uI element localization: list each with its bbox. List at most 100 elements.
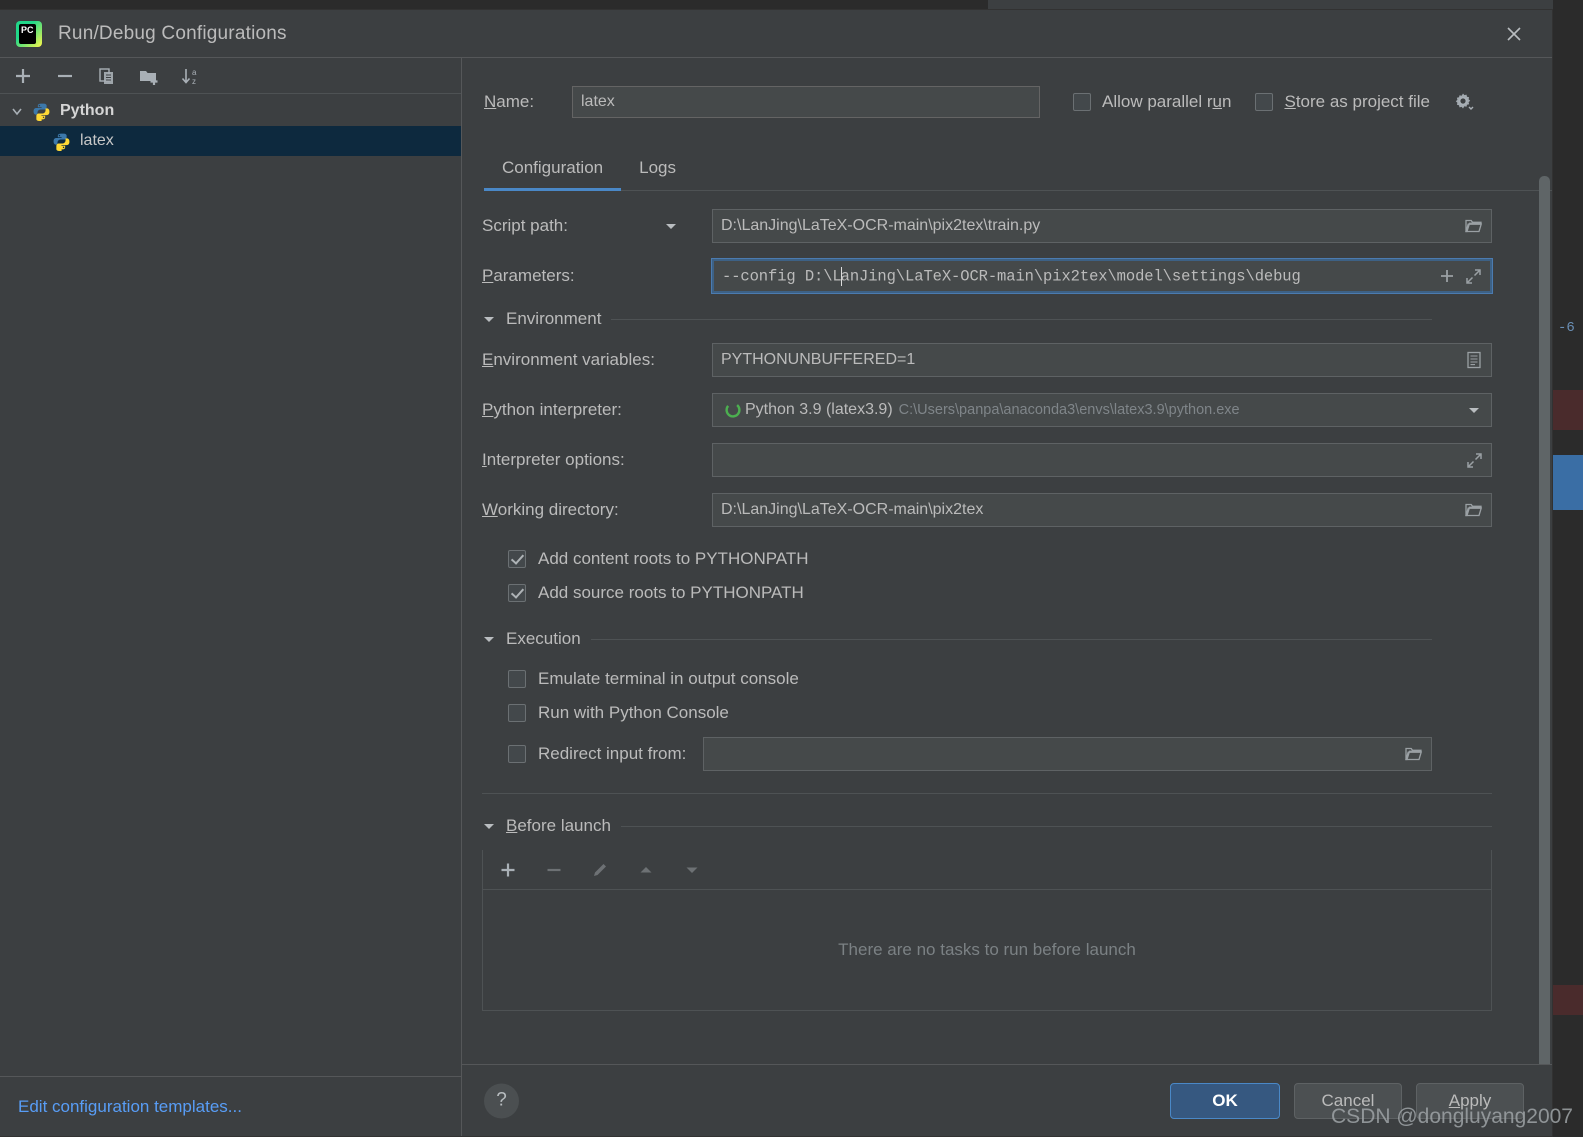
conda-icon: [721, 397, 745, 423]
environment-section-header: Environment: [482, 309, 1432, 329]
configurations-sidebar: a z Python latex Edit configuration temp…: [0, 58, 462, 1136]
scrollbar-thumb[interactable]: [1539, 176, 1550, 1064]
move-task-up-button[interactable]: [633, 857, 659, 883]
cancel-button[interactable]: Cancel: [1294, 1082, 1402, 1119]
copy-configuration-button[interactable]: [94, 63, 120, 89]
name-input[interactable]: [572, 86, 1040, 118]
environment-section-title: Environment: [506, 309, 602, 328]
new-folder-button[interactable]: [136, 63, 162, 89]
tree-group-label: Python: [60, 102, 115, 119]
folder-icon[interactable]: [1461, 497, 1487, 523]
configurations-tree: Python latex: [0, 94, 461, 1076]
run-with-python-console-checkbox[interactable]: Run with Python Console: [508, 703, 1492, 723]
close-icon[interactable]: [1500, 20, 1528, 48]
list-icon[interactable]: [1461, 347, 1487, 373]
background-info-marker: [1553, 455, 1583, 510]
background-gutter-mark: -6: [1558, 320, 1575, 336]
script-path-row: Script path: D:\LanJing\LaTeX-OCR-main\p…: [482, 209, 1492, 243]
configuration-form: Script path: D:\LanJing\LaTeX-OCR-main\p…: [462, 191, 1552, 771]
move-task-down-button[interactable]: [679, 857, 705, 883]
sort-configurations-button[interactable]: a z: [178, 63, 204, 89]
apply-button[interactable]: Apply: [1416, 1082, 1524, 1119]
before-launch-section-header: Before launch: [482, 816, 1492, 836]
checkbox-box: [508, 704, 526, 722]
python-interpreter-field[interactable]: Python 3.9 (latex3.9) C:\Users\panpa\anac…: [712, 393, 1492, 427]
checkbox-box: [1255, 93, 1274, 111]
python-interpreter-label: Python interpreter:: [482, 400, 622, 419]
tree-item-latex[interactable]: latex: [0, 126, 461, 156]
name-row-options: Allow parallel run Store as project file: [1072, 92, 1492, 112]
dialog-title: Run/Debug Configurations: [58, 22, 287, 44]
add-source-roots-label: Add source roots to PYTHONPATH: [538, 583, 804, 602]
chevron-down-icon[interactable]: [1461, 397, 1487, 423]
interpreter-options-field[interactable]: [712, 443, 1492, 477]
section-divider: [590, 638, 1432, 640]
redirect-input-field[interactable]: [703, 737, 1432, 771]
parameters-label: Parameters:: [482, 266, 575, 285]
content-scrollbar[interactable]: [1539, 176, 1550, 1064]
parameters-row: Parameters: --config D:\LanJing\LaTeX-OC…: [482, 258, 1493, 294]
background-error-marker: [1553, 390, 1583, 430]
folder-icon[interactable]: [1401, 741, 1427, 767]
before-launch-empty-text: There are no tasks to run before launch: [838, 940, 1136, 959]
remove-task-button[interactable]: [541, 857, 567, 883]
content-scroll-area: Name: Allow parallel run Store as projec…: [462, 58, 1552, 1064]
environment-variables-row: Environment variables: PYTHONUNBUFFERED=…: [482, 343, 1492, 377]
edit-task-button[interactable]: [587, 857, 613, 883]
add-content-roots-checkbox[interactable]: Add content roots to PYTHONPATH: [508, 549, 1492, 569]
gear-icon[interactable]: [1454, 92, 1474, 112]
allow-parallel-run-label: Allow parallel run: [1101, 92, 1232, 111]
background-right-strip: [1553, 0, 1583, 1137]
store-as-project-file-label: Store as project file: [1284, 92, 1430, 111]
chevron-down-icon[interactable]: [664, 219, 678, 233]
dialog-titlebar: PC Run/Debug Configurations: [0, 10, 1552, 57]
script-path-field[interactable]: D:\LanJing\LaTeX-OCR-main\pix2tex\train.…: [712, 209, 1492, 243]
dialog-body: a z Python latex Edit configuration temp…: [0, 57, 1552, 1136]
redirect-input-checkbox[interactable]: [508, 745, 526, 763]
help-button[interactable]: ?: [484, 1083, 519, 1118]
working-directory-field[interactable]: D:\LanJing\LaTeX-OCR-main\pix2tex: [712, 493, 1492, 527]
configuration-tabs: Configuration Logs: [484, 148, 1552, 191]
store-as-project-file-checkbox[interactable]: Store as project file: [1255, 92, 1430, 112]
emulate-terminal-checkbox[interactable]: Emulate terminal in output console: [508, 669, 1492, 689]
parameters-field[interactable]: --config D:\LanJing\LaTeX-OCR-main\pix2t…: [711, 258, 1493, 294]
svg-text:a: a: [192, 68, 197, 77]
checkbox-box: [508, 584, 526, 602]
working-directory-row: Working directory: D:\LanJing\LaTeX-OCR-…: [482, 493, 1492, 527]
sidebar-toolbar: a z: [0, 58, 461, 94]
execution-section-header: Execution: [482, 629, 1432, 649]
add-configuration-button[interactable]: [10, 63, 36, 89]
insert-macro-plus-icon[interactable]: [1434, 263, 1460, 289]
edit-configuration-templates-link[interactable]: Edit configuration templates...: [18, 1097, 242, 1117]
triangle-down-icon[interactable]: [482, 632, 496, 646]
name-row: Name: Allow parallel run Store as projec…: [462, 58, 1552, 118]
allow-parallel-run-checkbox[interactable]: Allow parallel run: [1072, 92, 1232, 112]
environment-variables-field[interactable]: PYTHONUNBUFFERED=1: [712, 343, 1492, 377]
add-task-button[interactable]: [495, 857, 521, 883]
triangle-down-icon[interactable]: [482, 312, 496, 326]
script-path-value: D:\LanJing\LaTeX-OCR-main\pix2tex\train.…: [721, 217, 1041, 234]
redirect-input-row: Redirect input from:: [508, 737, 1432, 771]
ok-button[interactable]: OK: [1170, 1082, 1280, 1119]
before-launch-section-title: Before launch: [506, 816, 611, 835]
parameters-value: --config D:\LanJing\LaTeX-OCR-main\pix2t…: [722, 266, 1301, 286]
expand-icon[interactable]: [1461, 447, 1487, 473]
expand-icon[interactable]: [1460, 263, 1486, 289]
add-source-roots-checkbox[interactable]: Add source roots to PYTHONPATH: [508, 583, 1492, 603]
add-content-roots-label: Add content roots to PYTHONPATH: [538, 549, 809, 568]
tab-logs[interactable]: Logs: [621, 148, 694, 190]
execution-section-title: Execution: [506, 629, 581, 648]
pycharm-logo-icon: PC: [16, 20, 42, 47]
checkbox-box: [508, 550, 526, 568]
redirect-input-label: Redirect input from:: [538, 744, 687, 763]
remove-configuration-button[interactable]: [52, 63, 78, 89]
name-label: Name:: [484, 92, 535, 111]
chevron-down-icon[interactable]: [8, 102, 26, 120]
background-top-bar-dark: [0, 0, 988, 9]
configuration-content: Name: Allow parallel run Store as projec…: [462, 58, 1552, 1136]
folder-icon[interactable]: [1461, 213, 1487, 239]
triangle-down-icon[interactable]: [482, 819, 496, 833]
tree-group-python[interactable]: Python: [0, 96, 461, 126]
tab-configuration[interactable]: Configuration: [484, 148, 622, 191]
python-interpreter-value: Python 3.9 (latex3.9) C:\Users\panpa\anac…: [745, 401, 1240, 418]
